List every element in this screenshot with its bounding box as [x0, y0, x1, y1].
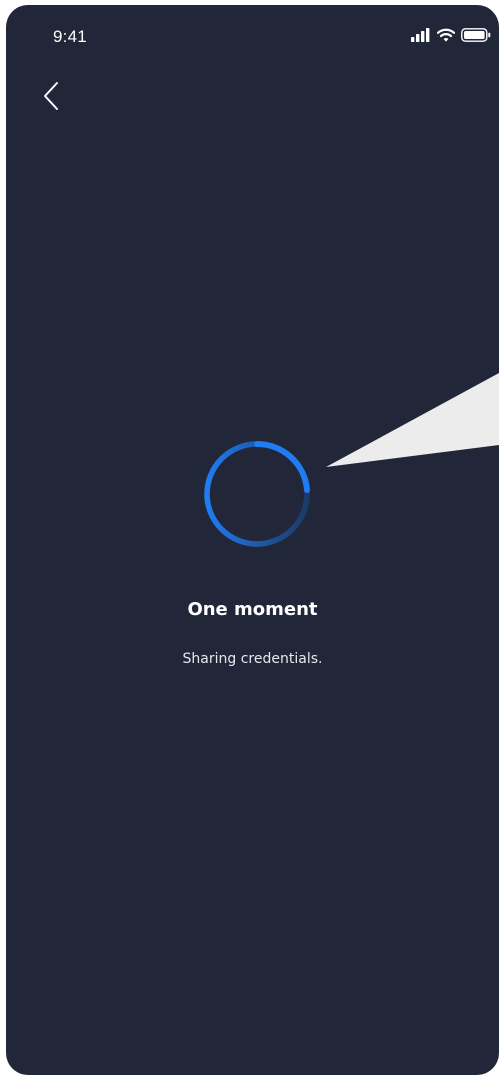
chevron-left-icon	[42, 81, 60, 115]
signal-icon	[411, 28, 431, 42]
loading-message: Sharing credentials.	[182, 651, 323, 667]
battery-icon	[461, 28, 491, 42]
status-time: 9:41	[53, 27, 87, 46]
loading-title: One moment	[187, 599, 318, 620]
wifi-icon	[437, 28, 455, 42]
status-icons	[411, 25, 491, 45]
phone-screen: 9:41 One moment Sharing credentials.	[6, 5, 499, 1075]
loading-spinner-icon	[204, 440, 310, 547]
back-button[interactable]	[36, 78, 66, 118]
status-bar: 9:41	[6, 5, 499, 65]
